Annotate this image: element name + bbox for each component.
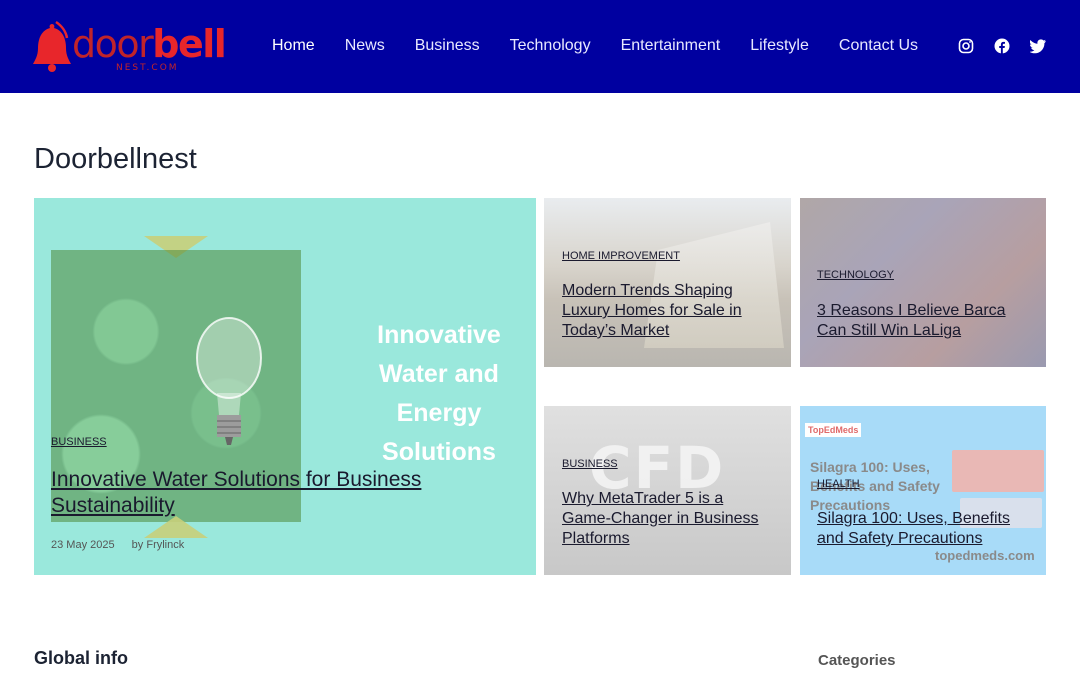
category-link[interactable]: TECHNOLOGY: [817, 269, 894, 281]
social-links: [958, 38, 1046, 54]
nav-lifestyle[interactable]: Lifestyle: [750, 36, 809, 58]
post-meta: 23 May 2025 by Frylinck: [51, 539, 184, 551]
medicine-box: [952, 450, 1044, 492]
category-link[interactable]: HEALTH: [817, 478, 860, 490]
post-title-link[interactable]: Modern Trends Shaping Luxury Homes for S…: [562, 281, 772, 341]
section-heading-global-info: Global info: [34, 648, 128, 668]
post-card[interactable]: TopEdMeds Silagra 100: Uses, Benefits an…: [800, 406, 1046, 575]
hero-image-tagline: Innovative Water and Energy Solutions: [377, 321, 501, 466]
post-card[interactable]: TECHNOLOGY 3 Reasons I Believe Barca Can…: [800, 198, 1046, 367]
page-title: Doorbellnest: [34, 143, 197, 175]
twitter-icon[interactable]: [1029, 38, 1046, 54]
category-link[interactable]: BUSINESS: [51, 436, 107, 448]
category-link[interactable]: BUSINESS: [562, 458, 618, 470]
post-card[interactable]: CFD BUSINESS Why MetaTrader 5 is a Game-…: [544, 406, 791, 575]
bell-icon: [33, 20, 71, 72]
post-title-link[interactable]: Silagra 100: Uses, Benefits and Safety P…: [817, 509, 1037, 549]
nav-technology[interactable]: Technology: [510, 36, 591, 58]
category-link[interactable]: HOME IMPROVEMENT: [562, 250, 680, 262]
post-title-link[interactable]: 3 Reasons I Believe Barca Can Still Win …: [817, 301, 1037, 341]
logo-wordmark: doorbell: [72, 22, 227, 66]
sidebar-heading-categories: Categories: [818, 652, 896, 669]
post-title-link[interactable]: Why MetaTrader 5 is a Game-Changer in Bu…: [562, 489, 772, 549]
lightbulb-icon: [196, 317, 262, 445]
post-card[interactable]: HOME IMPROVEMENT Modern Trends Shaping L…: [544, 198, 791, 367]
site-header: doorbell NEST.COM Home News Business Tec…: [0, 0, 1080, 93]
main-nav: Home News Business Technology Entertainm…: [272, 36, 948, 58]
post-author[interactable]: by Frylinck: [132, 539, 185, 551]
nav-business[interactable]: Business: [415, 36, 480, 58]
site-logo[interactable]: doorbell NEST.COM: [32, 18, 227, 76]
image-brand-logo: TopEdMeds: [805, 423, 862, 437]
logo-subtext: NEST.COM: [116, 63, 179, 73]
nav-contact-us[interactable]: Contact Us: [839, 36, 918, 58]
instagram-icon[interactable]: [958, 38, 974, 54]
nav-home[interactable]: Home: [272, 36, 315, 58]
facebook-icon[interactable]: [994, 38, 1010, 54]
nav-entertainment[interactable]: Entertainment: [621, 36, 721, 58]
post-date: 23 May 2025: [51, 539, 115, 551]
featured-post[interactable]: Innovative Water and Energy Solutions BU…: [34, 198, 536, 575]
football-image: [800, 198, 1046, 367]
nav-news[interactable]: News: [345, 36, 385, 58]
post-title-link[interactable]: Innovative Water Solutions for Business …: [51, 467, 471, 519]
image-site-text: topedmeds.com: [935, 548, 1035, 563]
